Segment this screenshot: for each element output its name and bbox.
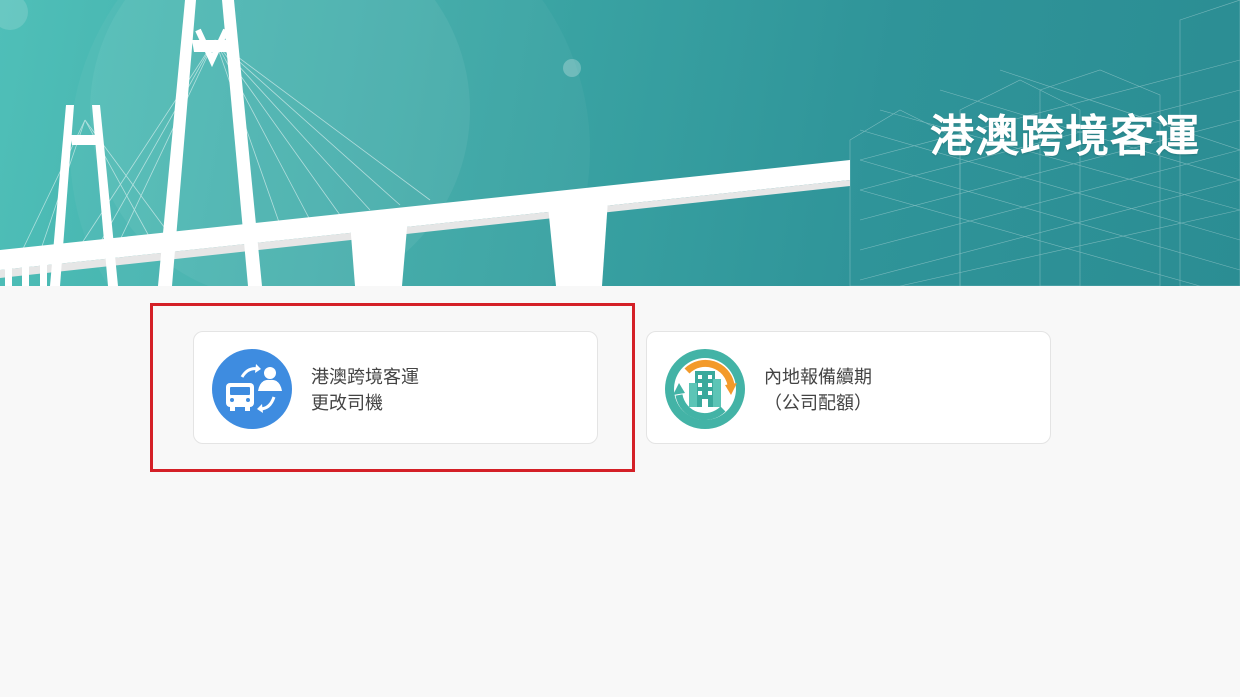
bus-driver-swap-icon bbox=[212, 349, 292, 429]
card-subtitle: 更改司機 bbox=[311, 393, 383, 414]
card-title: 內地報備續期 bbox=[764, 367, 872, 388]
card-title: 港澳跨境客運 bbox=[311, 367, 419, 388]
banner-title: 港澳跨境客運 bbox=[930, 111, 1200, 162]
header-banner: 港澳跨境客運 bbox=[0, 0, 1240, 286]
service-card-mainland-renewal[interactable]: 內地報備續期 （公司配額） bbox=[646, 331, 1051, 444]
service-card-change-driver[interactable]: 港澳跨境客運 更改司機 bbox=[193, 331, 598, 444]
building-renew-icon bbox=[665, 349, 745, 429]
card-subtitle: （公司配額） bbox=[764, 393, 872, 414]
